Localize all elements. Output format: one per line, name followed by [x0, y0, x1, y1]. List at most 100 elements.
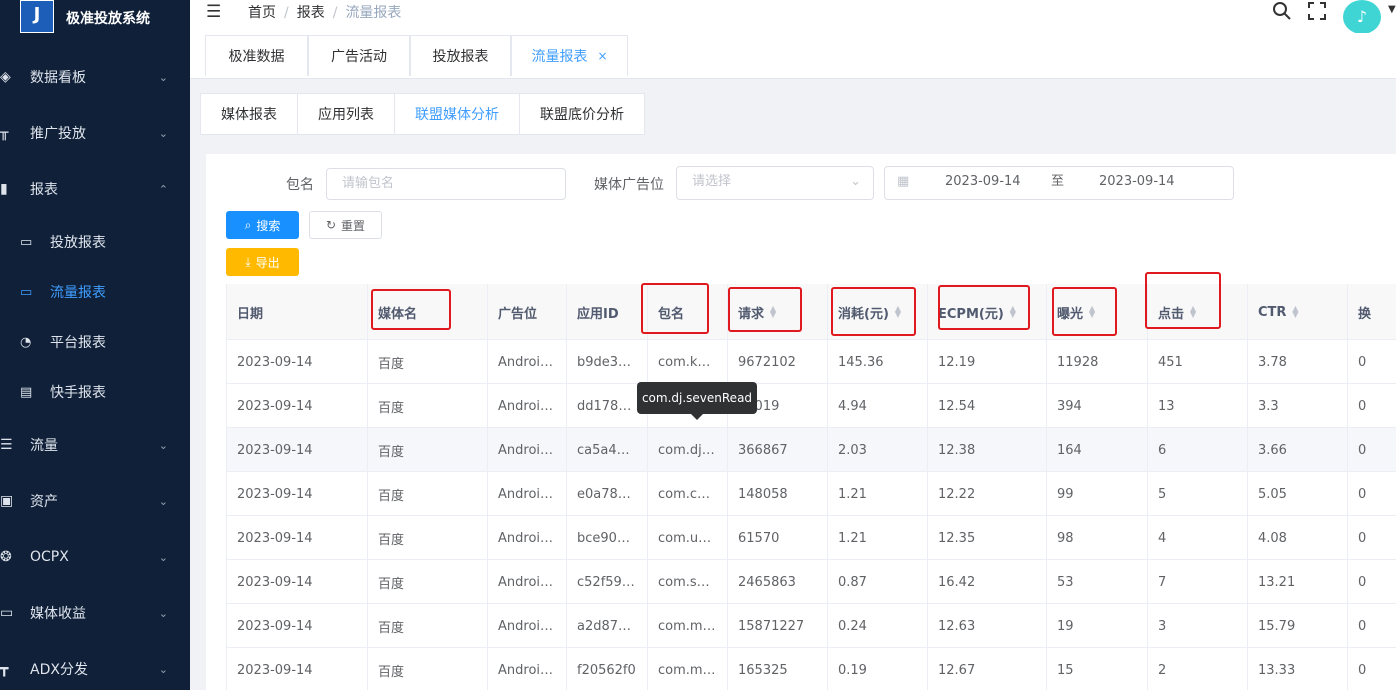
- sidebar-item-assets[interactable]: ▣ 资产 ⌄: [0, 481, 190, 521]
- breadcrumb-current: 流量报表: [345, 5, 402, 21]
- cell-ctr: 3.78: [1248, 340, 1348, 384]
- date-start[interactable]: 2023-09-14: [945, 167, 1021, 197]
- package-input[interactable]: 请输包名: [326, 168, 566, 200]
- cell-app-id: b9de3…: [567, 340, 648, 384]
- logo-icon: J: [20, 0, 54, 33]
- promotion-icon: ╥: [0, 125, 9, 141]
- cell-ctr: 15.79: [1248, 604, 1348, 648]
- building-icon: ▤: [20, 384, 33, 400]
- cell-ad-slot: Androi…: [488, 428, 567, 472]
- table-row[interactable]: 2023-09-14 百度 Androi… b9de3… com.k… 9672102 14…: [227, 340, 1396, 384]
- breadcrumb-reports[interactable]: 报表: [297, 5, 325, 21]
- cell-package: com.s…: [648, 560, 728, 604]
- sidebar-subitem-label: 平台报表: [50, 335, 106, 351]
- cell-impressions: 53: [1047, 560, 1148, 604]
- close-icon[interactable]: ×: [597, 49, 607, 63]
- revenue-icon: ▭: [0, 605, 14, 621]
- menu-toggle-icon[interactable]: ☰: [206, 2, 221, 22]
- ad-slot-select[interactable]: 请选择 ⌄: [676, 166, 874, 200]
- tag-label: 极准数据: [228, 49, 285, 65]
- sidebar-item-label: OCPX: [30, 549, 69, 565]
- sidebar-item-promotion[interactable]: ╥ 推广投放 ⌄: [0, 113, 190, 153]
- cell-ctr: 3.66: [1248, 428, 1348, 472]
- network-icon: ┳: [0, 661, 9, 677]
- cell-clicks: 7: [1148, 560, 1248, 604]
- cell-requests: 366867: [728, 428, 828, 472]
- sidebar-subitem-traffic-report[interactable]: ▭ 流量报表: [0, 272, 190, 312]
- caret-down-icon[interactable]: ▼: [1388, 4, 1396, 15]
- sidebar-item-traffic[interactable]: ☰ 流量 ⌄: [0, 425, 190, 465]
- avatar[interactable]: ♪: [1343, 0, 1381, 34]
- tab-union-media-analysis[interactable]: 联盟媒体分析: [395, 94, 520, 134]
- cell-ctr: 3.3: [1248, 384, 1348, 428]
- cell-ad-slot: Androi…: [488, 384, 567, 428]
- breadcrumb-home[interactable]: 首页: [248, 5, 276, 21]
- sidebar-item-reports[interactable]: ▮ 报表 ⌃: [0, 169, 190, 209]
- cell-impressions: 99: [1047, 472, 1148, 516]
- cell-package: com.m…: [648, 648, 728, 690]
- cell-ad-slot: Androi…: [488, 648, 567, 690]
- date-end[interactable]: 2023-09-14: [1099, 167, 1175, 197]
- breadcrumb-separator: /: [332, 5, 338, 21]
- cell-cost: 0.87: [828, 560, 928, 604]
- date-range-picker[interactable]: ▦ 2023-09-14 至 2023-09-14: [884, 166, 1234, 200]
- table-row[interactable]: 2023-09-14 百度 Androi… e0a78… com.c… 148058 1.2…: [227, 472, 1396, 516]
- cell-impressions: 164: [1047, 428, 1148, 472]
- tag-jizhun-data[interactable]: 极准数据: [205, 35, 308, 76]
- tag-label: 投放报表: [432, 49, 489, 65]
- cell-app-id: e0a78…: [567, 472, 648, 516]
- export-button[interactable]: ⤓ 导出: [226, 248, 299, 276]
- cell-requests: 15871227: [728, 604, 828, 648]
- cell-cost: 4.94: [828, 384, 928, 428]
- highlight-box: [371, 289, 451, 330]
- cell-impressions: 19: [1047, 604, 1148, 648]
- tag-delivery-report[interactable]: 投放报表: [410, 35, 511, 76]
- highlight-box: [641, 283, 709, 334]
- sidebar-item-dashboard[interactable]: ◈ 数据看板 ⌄: [0, 57, 190, 97]
- tag-label: 流量报表: [531, 49, 588, 65]
- calendar-icon: ▦: [897, 174, 910, 189]
- sidebar-item-ocpx[interactable]: ❂ OCPX ⌄: [0, 537, 190, 577]
- sidebar-subitem-delivery-report[interactable]: ▭ 投放报表: [0, 222, 190, 262]
- cell-date: 2023-09-14: [227, 604, 368, 648]
- table-row[interactable]: 2023-09-14 百度 Androi… ca5a4… com.dj… 366867 2.…: [227, 428, 1396, 472]
- table-row[interactable]: 2023-09-14 百度 Androi… a2d87… com.m… 15871227 0…: [227, 604, 1396, 648]
- table-row[interactable]: 2023-09-14 百度 Androi… dd178… 37019 4.94 12.54 3…: [227, 384, 1396, 428]
- chevron-up-icon: ⌃: [158, 182, 168, 196]
- chevron-down-icon: ⌄: [158, 606, 168, 620]
- monitor-icon: ▭: [20, 234, 33, 250]
- tab-app-list[interactable]: 应用列表: [298, 94, 395, 134]
- sidebar-item-media-revenue[interactable]: ▭ 媒体收益 ⌄: [0, 593, 190, 633]
- search-icon[interactable]: [1272, 1, 1292, 21]
- table-row[interactable]: 2023-09-14 百度 Androi… c52f59… com.s… 2465863 0…: [227, 560, 1396, 604]
- chevron-down-icon: ⌄: [158, 494, 168, 508]
- cell-ctr: 13.33: [1248, 648, 1348, 690]
- reset-button[interactable]: ↻ 重置: [309, 211, 382, 239]
- cell-conversion: 0: [1348, 516, 1396, 560]
- sidebar-subitem-platform-report[interactable]: ◔ 平台报表: [0, 322, 190, 362]
- fullscreen-icon[interactable]: [1307, 1, 1327, 21]
- topbar: ☰ 首页 / 报表 / 流量报表 ♪ ▼: [190, 0, 1396, 34]
- column-header-label: 广告位: [498, 306, 538, 322]
- sidebar-item-adx[interactable]: ┳ ADX分发 ⌄: [0, 649, 190, 689]
- tab-union-floor-price[interactable]: 联盟底价分析: [520, 94, 644, 134]
- search-button[interactable]: ⌕ 搜索: [226, 211, 299, 239]
- cell-app-id: bce90…: [567, 516, 648, 560]
- cell-app-id: f20562f0: [567, 648, 648, 690]
- sort-icon[interactable]: ▲ ▼: [1292, 305, 1298, 319]
- cell-date: 2023-09-14: [227, 516, 368, 560]
- cell-impressions: 11928: [1047, 340, 1148, 384]
- table-row[interactable]: 2023-09-14 百度 Androi… f20562f0 com.m… 165325 0…: [227, 648, 1396, 690]
- tag-ad-campaign[interactable]: 广告活动: [308, 35, 410, 76]
- cell-package: com.dj…: [648, 428, 728, 472]
- tab-label: 媒体报表: [221, 107, 277, 123]
- table-row[interactable]: 2023-09-14 百度 Androi… bce90… com.u… 61570 1.21…: [227, 516, 1396, 560]
- chart-bar-icon: ▮: [0, 181, 8, 197]
- tab-media-report[interactable]: 媒体报表: [201, 94, 298, 134]
- column-header-ctr[interactable]: CTR ▲ ▼: [1248, 284, 1348, 340]
- tag-traffic-report[interactable]: 流量报表 ×: [511, 35, 628, 76]
- cell-clicks: 4: [1148, 516, 1248, 560]
- cell-media-name: 百度: [368, 560, 488, 604]
- sidebar-subitem-kuaishou-report[interactable]: ▤ 快手报表: [0, 372, 190, 412]
- cell-package: com.c…: [648, 472, 728, 516]
